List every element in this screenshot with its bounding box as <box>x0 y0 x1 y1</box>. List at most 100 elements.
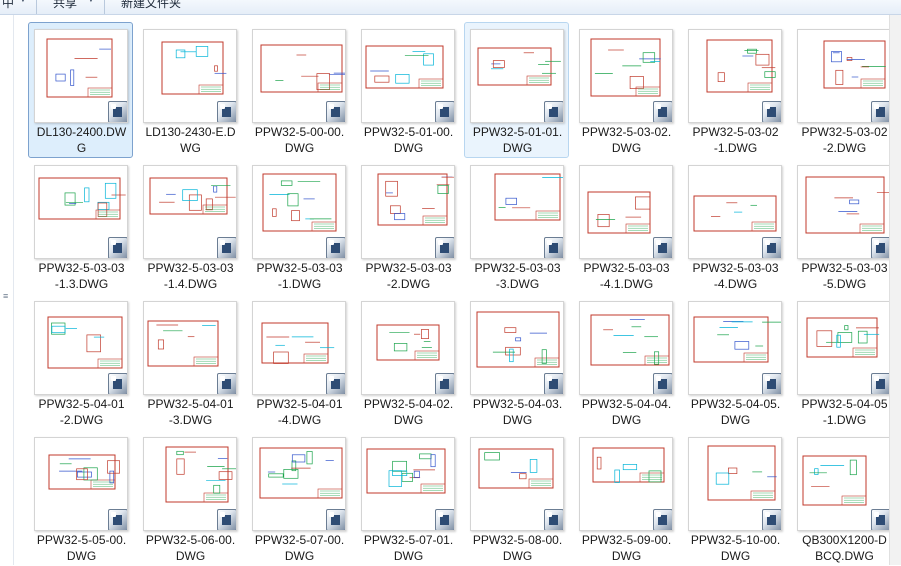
file-item[interactable]: PPW32-5-00-00. DWG <box>246 22 351 158</box>
file-name-label: PPW32-5-03-03 -1.3.DWG <box>29 260 134 292</box>
share-menu-button[interactable]: 共享 <box>53 0 77 11</box>
file-name-line: DWG <box>393 549 424 563</box>
file-name-line: -1.3.DWG <box>54 277 109 291</box>
drawing-thumbnail <box>361 29 455 123</box>
file-name-line: DWG <box>611 549 642 563</box>
file-item[interactable]: PPW32-5-03-03 -1.3.DWG <box>28 158 133 294</box>
file-item[interactable]: PPW32-5-04-05 -1.DWG <box>791 294 896 430</box>
file-name-line: G <box>76 141 87 155</box>
file-item[interactable]: PPW32-5-04-01 -2.DWG <box>28 294 133 430</box>
file-item[interactable]: PPW32-5-03-03 -4.DWG <box>682 158 787 294</box>
file-item[interactable]: PPW32-5-09-00. DWG <box>573 430 678 566</box>
new-folder-button[interactable]: 新建文件夹 <box>121 0 181 11</box>
file-name-label: PPW32-5-03-02 -1.DWG <box>683 124 788 156</box>
file-name-label: PPW32-5-08-00. DWG <box>465 532 570 564</box>
file-item[interactable]: PPW32-5-10-00. DWG <box>682 430 787 566</box>
file-name-line: DWG <box>611 141 642 155</box>
autocad-dwg-icon <box>762 237 781 258</box>
file-grid: DL130-2400.DW G LD130-2430-E.D WG PPW32-5-00… <box>14 15 891 566</box>
file-item[interactable]: PPW32-5-04-05. DWG <box>682 294 787 430</box>
file-item[interactable]: PPW32-5-08-00. DWG <box>464 430 569 566</box>
vertical-scrollbar[interactable] <box>889 15 901 565</box>
file-item[interactable]: PPW32-5-06-00. DWG <box>137 430 242 566</box>
file-name-line: PPW32-5-07-00. <box>254 533 345 547</box>
drawing-thumbnail <box>797 301 891 395</box>
file-name-label: PPW32-5-04-01 -3.DWG <box>138 396 243 428</box>
autocad-dwg-icon <box>871 237 890 258</box>
drawing-thumbnail <box>252 165 346 259</box>
file-item[interactable]: PPW32-5-03-03 -2.DWG <box>355 158 460 294</box>
file-item[interactable]: QB300X1200-D BCQ.DWG <box>791 430 896 566</box>
drawing-thumbnail <box>797 165 891 259</box>
file-item[interactable]: PPW32-5-04-02. DWG <box>355 294 460 430</box>
autocad-dwg-icon <box>871 509 890 530</box>
drawing-thumbnail <box>470 29 564 123</box>
drawing-thumbnail <box>579 165 673 259</box>
file-item[interactable]: PPW32-5-04-03. DWG <box>464 294 569 430</box>
dropdown-arrow-icon[interactable]: ▼ <box>86 0 96 5</box>
toolbar-menu-item[interactable]: 中 <box>2 0 14 11</box>
file-item[interactable]: PPW32-5-03-03 -4.1.DWG <box>573 158 678 294</box>
drawing-thumbnail <box>361 301 455 395</box>
file-item[interactable]: PPW32-5-07-01. DWG <box>355 430 460 566</box>
navigation-pane-edge: ≡ <box>0 15 14 565</box>
file-name-line: PPW32-5-09-00. <box>581 533 672 547</box>
file-name-line: PPW32-5-04-02. <box>363 397 454 411</box>
file-name-line: PPW32-5-03-03 <box>256 261 343 275</box>
file-item[interactable]: PPW32-5-05-00. DWG <box>28 430 133 566</box>
file-item[interactable]: LD130-2430-E.D WG <box>137 22 242 158</box>
drawing-thumbnail <box>688 29 782 123</box>
file-item[interactable]: PPW32-5-03-03 -3.DWG <box>464 158 569 294</box>
file-name-line: DWG <box>66 549 97 563</box>
file-item[interactable]: PPW32-5-07-00. DWG <box>246 430 351 566</box>
drawing-thumbnail <box>143 29 237 123</box>
file-name-label: PPW32-5-07-00. DWG <box>247 532 352 564</box>
file-item[interactable]: DL130-2400.DW G <box>28 22 133 158</box>
file-item[interactable]: PPW32-5-04-04. DWG <box>573 294 678 430</box>
drawing-thumbnail <box>579 29 673 123</box>
scroll-thumb-grip-icon[interactable]: ≡ <box>3 291 8 301</box>
file-name-line: LD130-2430-E.D <box>145 125 236 139</box>
autocad-dwg-icon <box>653 509 672 530</box>
file-name-line: -3.DWG <box>168 413 213 427</box>
dropdown-arrow-icon[interactable]: ▼ <box>18 0 28 5</box>
drawing-thumbnail <box>143 437 237 531</box>
file-item[interactable]: PPW32-5-04-01 -3.DWG <box>137 294 242 430</box>
drawing-thumbnail <box>470 437 564 531</box>
drawing-thumbnail <box>252 437 346 531</box>
drawing-thumbnail <box>688 437 782 531</box>
autocad-dwg-icon <box>871 101 890 122</box>
file-name-label: PPW32-5-06-00. DWG <box>138 532 243 564</box>
file-name-line: PPW32-5-03-03 <box>365 261 452 275</box>
file-name-line: WG <box>180 141 201 155</box>
autocad-dwg-icon <box>108 101 127 122</box>
file-item[interactable]: PPW32-5-03-02 -1.DWG <box>682 22 787 158</box>
file-item[interactable]: PPW32-5-03-03 -5.DWG <box>791 158 896 294</box>
file-name-line: DWG <box>502 413 533 427</box>
drawing-thumbnail <box>34 437 128 531</box>
autocad-dwg-icon <box>326 101 345 122</box>
file-name-line: DWG <box>393 141 424 155</box>
file-item[interactable]: PPW32-5-01-00. DWG <box>355 22 460 158</box>
drawing-thumbnail <box>252 29 346 123</box>
file-item[interactable]: PPW32-5-01-01. DWG <box>464 22 569 158</box>
file-name-line: PPW32-5-04-01 <box>256 397 343 411</box>
file-name-label: PPW32-5-05-00. DWG <box>29 532 134 564</box>
file-item[interactable]: PPW32-5-04-01 -4.DWG <box>246 294 351 430</box>
file-name-line: PPW32-5-05-00. <box>36 533 127 547</box>
file-item[interactable]: PPW32-5-03-02. DWG <box>573 22 678 158</box>
file-name-label: PPW32-5-01-01. DWG <box>465 124 570 156</box>
autocad-dwg-icon <box>217 237 236 258</box>
file-item[interactable]: PPW32-5-03-02 -2.DWG <box>791 22 896 158</box>
file-item[interactable]: PPW32-5-03-03 -1.DWG <box>246 158 351 294</box>
drawing-thumbnail <box>579 437 673 531</box>
file-name-label: PPW32-5-09-00. DWG <box>574 532 679 564</box>
autocad-dwg-icon <box>326 237 345 258</box>
file-name-label: PPW32-5-03-02. DWG <box>574 124 679 156</box>
file-item[interactable]: PPW32-5-03-03 -1.4.DWG <box>137 158 242 294</box>
file-name-line: PPW32-5-03-03 <box>583 261 670 275</box>
file-name-line: PPW32-5-06-00. <box>145 533 236 547</box>
autocad-dwg-icon <box>435 101 454 122</box>
autocad-dwg-icon <box>108 509 127 530</box>
drawing-thumbnail <box>34 301 128 395</box>
